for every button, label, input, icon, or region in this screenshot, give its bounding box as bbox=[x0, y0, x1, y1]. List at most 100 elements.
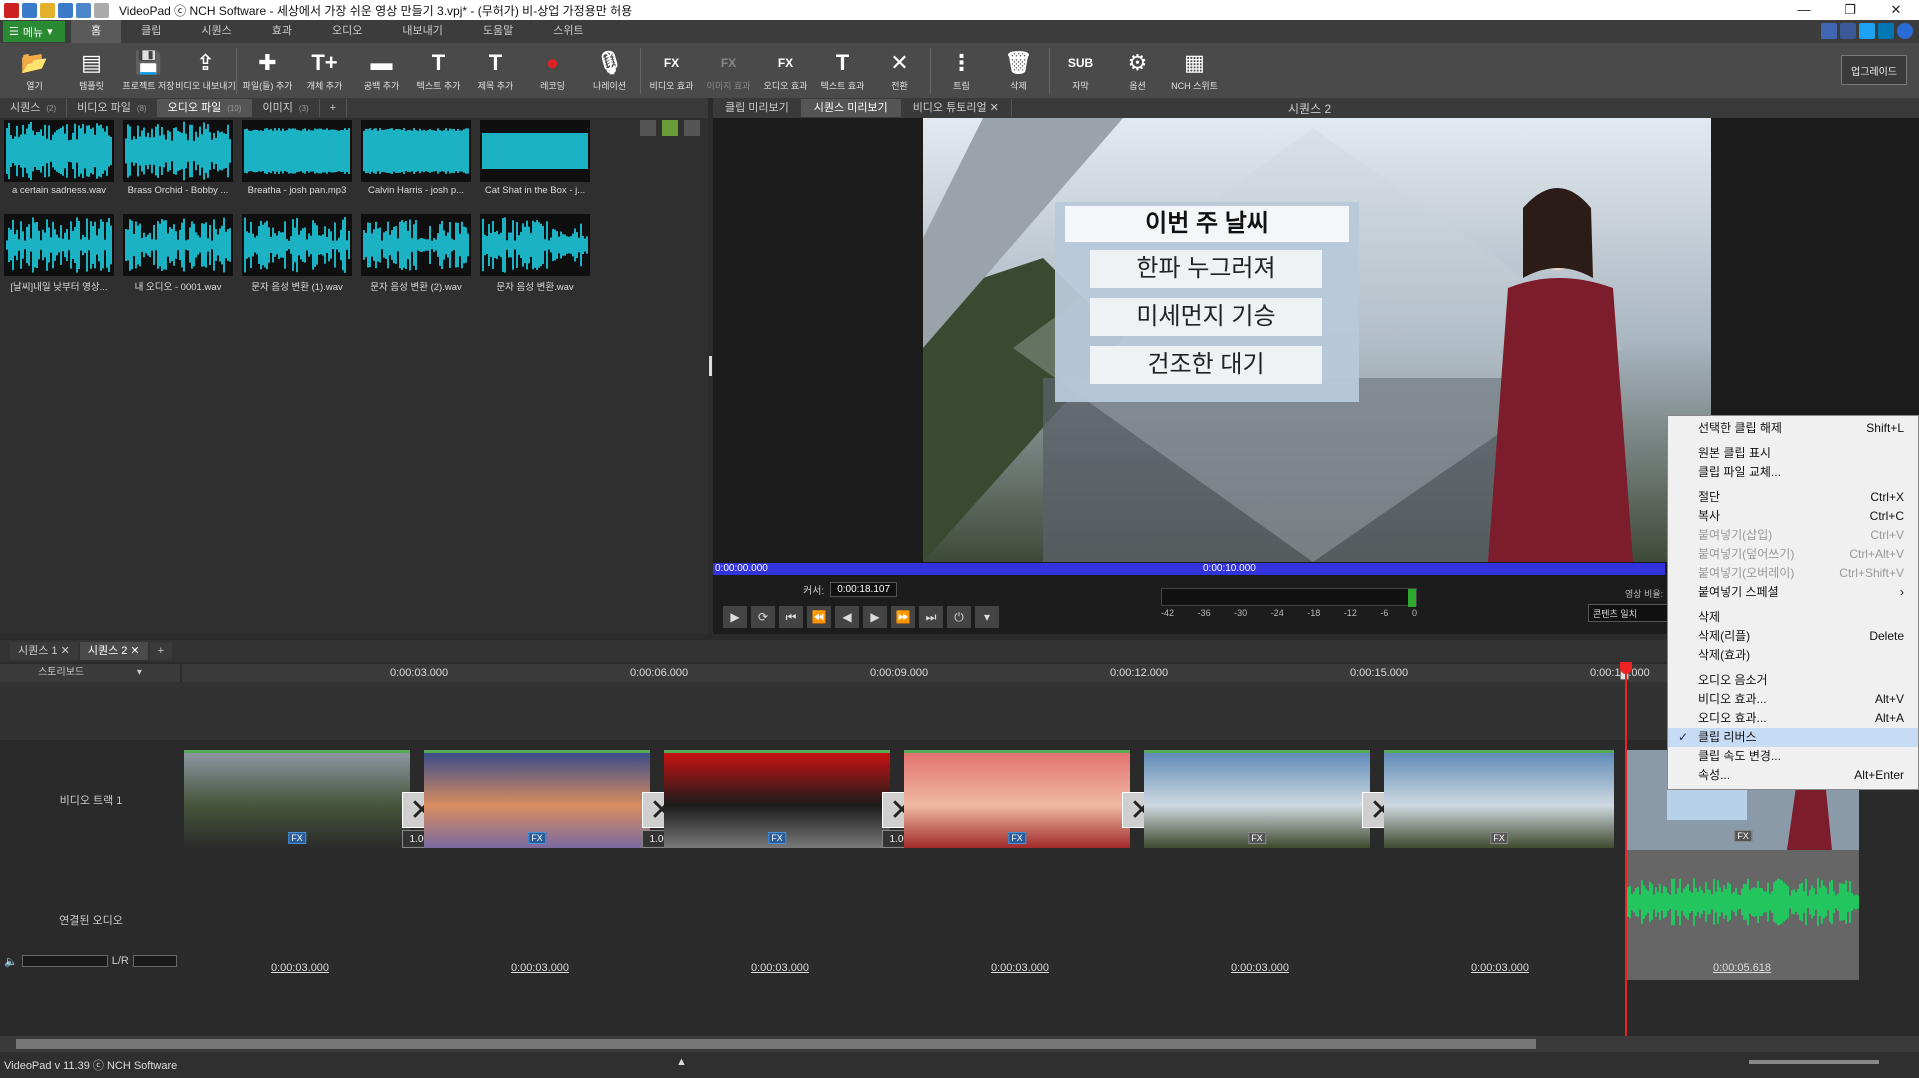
bin-tab-1[interactable]: 비디오 파일 (8) bbox=[67, 99, 158, 117]
timeline-video-clip[interactable]: FX bbox=[1384, 750, 1614, 848]
context-menu-item[interactable]: 비디오 효과... Alt+V bbox=[1668, 690, 1918, 709]
context-menu-item[interactable]: 붙여넣기(삽입) Ctrl+V bbox=[1668, 526, 1918, 545]
clip-fx-badge[interactable]: FX bbox=[528, 832, 546, 844]
aspect-ratio-select[interactable]: 콘텐츠 일치 bbox=[1588, 604, 1668, 622]
timeline-scrollbar[interactable] bbox=[0, 1036, 1919, 1052]
context-menu-item[interactable]: ✓ 클립 리버스 bbox=[1668, 728, 1918, 747]
add-text-button[interactable]: T 텍스트 추가 bbox=[410, 43, 467, 98]
context-menu-item[interactable]: 삭제(효과) bbox=[1668, 646, 1918, 665]
add-blank-button[interactable]: ▬ 공백 추가 bbox=[353, 43, 410, 98]
facebook-icon[interactable] bbox=[1840, 23, 1856, 39]
step-forward-icon[interactable]: ▶ bbox=[863, 606, 887, 628]
clip-fx-badge[interactable]: FX bbox=[1008, 832, 1026, 844]
context-menu-item[interactable]: 복사 Ctrl+C bbox=[1668, 507, 1918, 526]
close-icon[interactable]: ✕ bbox=[127, 645, 139, 657]
timeline-video-clip[interactable]: FX bbox=[904, 750, 1130, 848]
loop-icon[interactable]: ⟳ bbox=[751, 606, 775, 628]
subtitle-button[interactable]: SUB 자막 bbox=[1052, 43, 1109, 98]
folder-open-button[interactable]: 📂 열기 bbox=[6, 43, 63, 98]
image-fx-button[interactable]: FX 이미지 효과 bbox=[700, 43, 757, 98]
collapse-icon[interactable]: ▲ bbox=[676, 1056, 687, 1068]
add-object-button[interactable]: T+ 개체 추가 bbox=[296, 43, 353, 98]
context-menu-item[interactable]: 속성... Alt+Enter bbox=[1668, 766, 1918, 785]
clip-fx-badge[interactable]: FX bbox=[1734, 830, 1752, 842]
audio-file-item[interactable]: Calvin Harris - josh p... bbox=[361, 120, 471, 196]
save-button[interactable]: 💾 프로젝트 저장 bbox=[120, 43, 177, 98]
audio-file-item[interactable]: Brass Orchid - Bobby ... bbox=[123, 120, 233, 196]
clip-duration-label[interactable]: 0:00:03.000 bbox=[470, 962, 610, 974]
ribbon-tab-7[interactable]: 스위트 bbox=[533, 20, 603, 43]
context-menu-item[interactable]: 붙여넣기(오버레이) Ctrl+Shift+V bbox=[1668, 564, 1918, 583]
pan-slider[interactable] bbox=[132, 955, 177, 967]
trash-button[interactable]: 🗑 삭제 bbox=[990, 43, 1047, 98]
clip-fx-badge[interactable]: FX bbox=[768, 832, 786, 844]
cursor-time-field[interactable]: 0:00:18.107 bbox=[830, 582, 898, 597]
go-start-icon[interactable]: ⏮ bbox=[779, 606, 803, 628]
audio-file-item[interactable]: 내 오디오 - 0001.wav bbox=[123, 214, 233, 293]
help-icon[interactable] bbox=[1897, 23, 1913, 39]
video-preview[interactable]: 이번 주 날씨 한파 누그러져 미세먼지 기승 건조한 대기 bbox=[923, 118, 1711, 562]
context-menu-item[interactable]: 오디오 효과... Alt+A bbox=[1668, 709, 1918, 728]
power-icon[interactable]: ⏻ bbox=[947, 606, 971, 628]
playhead[interactable] bbox=[1625, 664, 1627, 1060]
preview-tab-1[interactable]: 시퀀스 미리보기 bbox=[801, 99, 901, 117]
preview-tab-0[interactable]: 클립 미리보기 bbox=[713, 99, 802, 117]
timeline-ruler[interactable]: 0:00:03.000 0:00:06.000 0:00:09.000 0:00:12… bbox=[182, 664, 1919, 682]
play-icon[interactable]: ▶ bbox=[723, 606, 747, 628]
step-back-icon[interactable]: ◀ bbox=[835, 606, 859, 628]
nch-suite-button[interactable]: ▦ NCH 스위트 bbox=[1166, 43, 1223, 98]
add-files-button[interactable]: ✚ 파일(들) 추가 bbox=[239, 43, 296, 98]
maximize-button[interactable]: ❐ bbox=[1827, 0, 1873, 20]
transition-button[interactable]: ✕ 전환 bbox=[871, 43, 928, 98]
linked-audio-waveform[interactable] bbox=[1627, 877, 1859, 927]
linkedin-icon[interactable] bbox=[1878, 23, 1894, 39]
add-title-button[interactable]: T 제목 추가 bbox=[467, 43, 524, 98]
preview-scrub-bar[interactable]: 0:00:00.000 0:00:10.000 bbox=[713, 563, 1665, 575]
clip-fx-badge[interactable]: FX bbox=[288, 832, 306, 844]
audio-file-item[interactable]: a certain sadness.wav bbox=[4, 120, 114, 196]
undo-icon[interactable] bbox=[76, 2, 91, 18]
speaker-icon[interactable]: 🔈 bbox=[4, 955, 18, 968]
more-icon[interactable]: ▾ bbox=[975, 606, 999, 628]
close-button[interactable]: ✕ bbox=[1873, 0, 1919, 20]
go-end-icon[interactable]: ⏭ bbox=[919, 606, 943, 628]
sequence-tab-0[interactable]: 시퀀스 1 ✕ bbox=[10, 642, 78, 660]
ribbon-tab-2[interactable]: 시퀀스 bbox=[181, 20, 251, 43]
record-button[interactable]: ● 레코딩 bbox=[524, 43, 581, 98]
microphone-button[interactable]: 🎙 나레이션 bbox=[581, 43, 638, 98]
add-folder-icon[interactable] bbox=[662, 120, 678, 136]
context-menu-item[interactable]: 선택한 클립 해제 Shift+L bbox=[1668, 419, 1918, 438]
clip-duration-label[interactable]: 0:00:03.000 bbox=[230, 962, 370, 974]
new-icon[interactable] bbox=[22, 2, 37, 18]
sequence-tab-1[interactable]: 시퀀스 2 ✕ bbox=[79, 642, 148, 660]
twitter-icon[interactable] bbox=[1859, 23, 1875, 39]
context-menu-item[interactable]: 붙여넣기 스페셜 › bbox=[1668, 583, 1918, 602]
context-menu-item[interactable]: 오디오 음소거 bbox=[1668, 671, 1918, 690]
save-icon[interactable] bbox=[58, 2, 73, 18]
context-menu-item[interactable]: 원본 클립 표시 bbox=[1668, 444, 1918, 463]
ribbon-tab-4[interactable]: 오디오 bbox=[312, 20, 382, 43]
close-icon[interactable]: ✕ bbox=[58, 645, 70, 657]
audio-file-item[interactable]: 문자 음성 변환.wav bbox=[480, 214, 590, 293]
timeline-video-clip[interactable]: FX bbox=[664, 750, 890, 848]
ribbon-tab-3[interactable]: 효과 bbox=[252, 20, 312, 43]
options-button[interactable]: ⚙ 옵션 bbox=[1109, 43, 1166, 98]
clip-duration-label[interactable]: 0:00:03.000 bbox=[1190, 962, 1330, 974]
timeline-video-clip[interactable]: FX bbox=[424, 750, 650, 848]
timeline-video-clip[interactable]: FX bbox=[184, 750, 410, 848]
bin-tab-3[interactable]: 이미지 (3) bbox=[252, 99, 320, 117]
clip-duration-label[interactable]: 0:00:03.000 bbox=[1430, 962, 1570, 974]
text-fx-button[interactable]: T 텍스트 효과 bbox=[814, 43, 871, 98]
audio-fx-button[interactable]: FX 오디오 효과 bbox=[757, 43, 814, 98]
bin-tab-4[interactable]: + bbox=[320, 99, 348, 117]
audio-file-item[interactable]: [날씨]내일 낮부터 영상... bbox=[4, 214, 114, 293]
like-icon[interactable] bbox=[1821, 23, 1837, 39]
clip-duration-label[interactable]: 0:00:05.618 bbox=[1672, 962, 1812, 974]
trash-icon[interactable] bbox=[640, 120, 656, 136]
audio-file-item[interactable]: 문자 음성 변환 (2).wav bbox=[361, 214, 471, 293]
list-view-icon[interactable] bbox=[684, 120, 700, 136]
ribbon-tab-6[interactable]: 도움말 bbox=[463, 20, 533, 43]
menu-button[interactable]: ☰ 메뉴 ▾ bbox=[3, 21, 65, 42]
ribbon-tab-5[interactable]: 내보내기 bbox=[382, 20, 462, 43]
bin-tab-0[interactable]: 시퀀스 (2) bbox=[0, 99, 68, 117]
